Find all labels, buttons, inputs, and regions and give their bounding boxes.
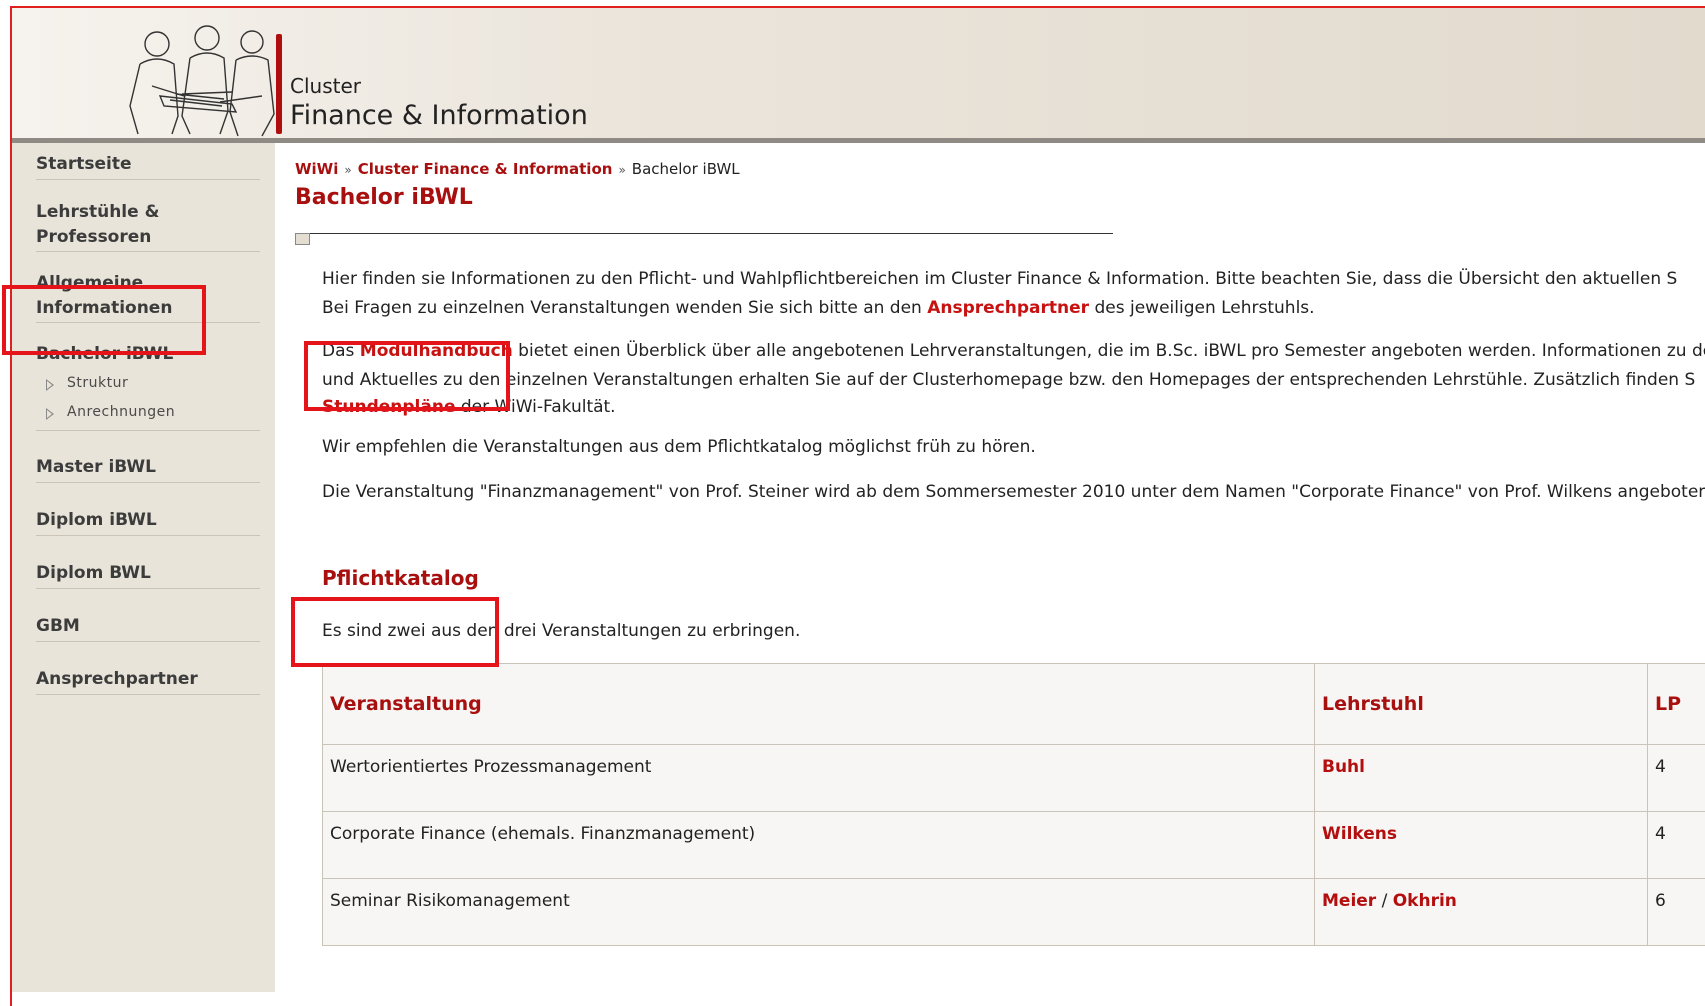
breadcrumb-separator: » xyxy=(344,163,351,177)
sidebar-item-bachelor-ibwl[interactable]: Bachelor iBWL xyxy=(36,342,260,369)
header-subtitle: Cluster xyxy=(290,74,361,98)
text-segment: Das xyxy=(322,341,360,361)
stundenplaene-link[interactable]: Stundenpläne xyxy=(322,397,455,417)
breadcrumb-link-cluster[interactable]: Cluster Finance & Information xyxy=(358,160,613,178)
main-content: WiWi » Cluster Finance & Information » Bache… xyxy=(275,143,1705,992)
chair-link-wilkens[interactable]: Wilkens xyxy=(1322,824,1397,844)
intro-paragraph-2: Das Modulhandbuch bietet einen Überblick… xyxy=(322,337,1702,419)
text-segment: Bei Fragen zu einzelnen Veranstaltungen … xyxy=(322,298,927,318)
course-cell: Corporate Finance (ehemals. Finanzmanage… xyxy=(323,812,1315,879)
intro-text: Stundenpläne der WiWi-Fakultät. xyxy=(322,395,1702,419)
intro-paragraph-1: Hier finden sie Informationen zu den Pfl… xyxy=(322,265,1702,323)
title-rule xyxy=(310,233,1113,234)
table-row: Wertorientiertes Prozessmanagement Buhl … xyxy=(323,745,1705,812)
people-illustration-logo xyxy=(112,16,288,140)
lp-cell: 4 xyxy=(1648,812,1705,879)
sidebar-item-lehrstuehle[interactable]: Lehrstühle & Professoren xyxy=(36,200,260,252)
sidebar-item-ansprechpartner[interactable]: Ansprechpartner xyxy=(36,667,260,695)
header-title: Finance & Information xyxy=(290,100,588,131)
chair-cell: Meier / Okhrin xyxy=(1315,879,1648,946)
course-cell: Wertorientiertes Prozessmanagement xyxy=(323,745,1315,812)
chair-link-buhl[interactable]: Buhl xyxy=(1322,757,1365,777)
intro-text: Bei Fragen zu einzelnen Veranstaltungen … xyxy=(322,294,1702,323)
sidebar-subitem-struktur[interactable]: Struktur xyxy=(36,375,260,399)
lp-cell: 6 xyxy=(1648,879,1705,946)
text-segment: bietet einen Überblick über alle angebot… xyxy=(513,341,1705,361)
sidebar-item-startseite[interactable]: Startseite xyxy=(36,152,260,180)
site-header: Cluster Finance & Information xyxy=(12,8,1705,143)
intro-text: Das Modulhandbuch bietet einen Überblick… xyxy=(322,337,1702,366)
table-header-row: Veranstaltung Lehrstuhl LP xyxy=(323,664,1705,745)
column-header-veranstaltung: Veranstaltung xyxy=(323,664,1315,745)
breadcrumb-current: Bachelor iBWL xyxy=(632,160,740,178)
sidebar-item-allgemeine-informationen[interactable]: Allgemeine Informationen xyxy=(36,271,260,323)
column-header-lehrstuhl: Lehrstuhl xyxy=(1315,664,1648,745)
column-header-lp: LP xyxy=(1648,664,1705,745)
sidebar-item-gbm[interactable]: GBM xyxy=(36,614,260,642)
header-accent-bar xyxy=(276,34,282,134)
triangle-right-icon xyxy=(46,408,54,420)
text-segment: des jeweiligen Lehrstuhls. xyxy=(1089,298,1315,318)
chair-link-okhrin[interactable]: Okhrin xyxy=(1393,891,1457,911)
table-row: Corporate Finance (ehemals. Finanzmanage… xyxy=(323,812,1705,879)
sidebar-item-master-ibwl[interactable]: Master iBWL xyxy=(36,455,260,483)
breadcrumb-separator: » xyxy=(618,163,625,177)
table-row: Seminar Risikomanagement Meier / Okhrin … xyxy=(323,879,1705,946)
intro-text: Hier finden sie Informationen zu den Pfl… xyxy=(322,265,1702,294)
pflichtkatalog-table: Veranstaltung Lehrstuhl LP Wertorientier… xyxy=(322,663,1705,946)
breadcrumb-link-wiwi[interactable]: WiWi xyxy=(295,160,338,178)
ansprechpartner-link[interactable]: Ansprechpartner xyxy=(927,298,1089,318)
course-cell: Seminar Risikomanagement xyxy=(323,879,1315,946)
breadcrumb: WiWi » Cluster Finance & Information » Bache… xyxy=(295,160,740,178)
chair-cell: Wilkens xyxy=(1315,812,1648,879)
pflichtkatalog-heading: Pflichtkatalog xyxy=(322,566,479,590)
triangle-right-icon xyxy=(46,379,54,391)
pflichtkatalog-note: Es sind zwei aus den drei Veranstaltunge… xyxy=(322,617,1702,646)
title-rule-marker xyxy=(295,233,310,245)
intro-paragraph-4: Die Veranstaltung "Finanzmanagement" von… xyxy=(322,478,1702,507)
text-segment: der WiWi-Fakultät. xyxy=(455,397,615,417)
intro-text: und Aktuelles zu den einzelnen Veranstal… xyxy=(322,366,1702,395)
sidebar-item-diplom-ibwl[interactable]: Diplom iBWL xyxy=(36,508,260,536)
sidebar-nav: Startseite Lehrstühle & Professoren Allg… xyxy=(12,143,275,992)
modulhandbuch-link[interactable]: Modulhandbuch xyxy=(360,341,513,361)
sidebar-item-diplom-bwl[interactable]: Diplom BWL xyxy=(36,561,260,589)
sidebar-subitem-anrechnungen[interactable]: Anrechnungen xyxy=(36,404,260,431)
chair-cell: Buhl xyxy=(1315,745,1648,812)
page-title: Bachelor iBWL xyxy=(295,185,473,210)
sidebar-subitem-label: Struktur xyxy=(67,375,128,391)
chair-link-meier[interactable]: Meier xyxy=(1322,891,1376,911)
lp-cell: 4 xyxy=(1648,745,1705,812)
sidebar-subitem-label: Anrechnungen xyxy=(67,404,175,420)
intro-paragraph-3: Wir empfehlen die Veranstaltungen aus de… xyxy=(322,433,1702,462)
